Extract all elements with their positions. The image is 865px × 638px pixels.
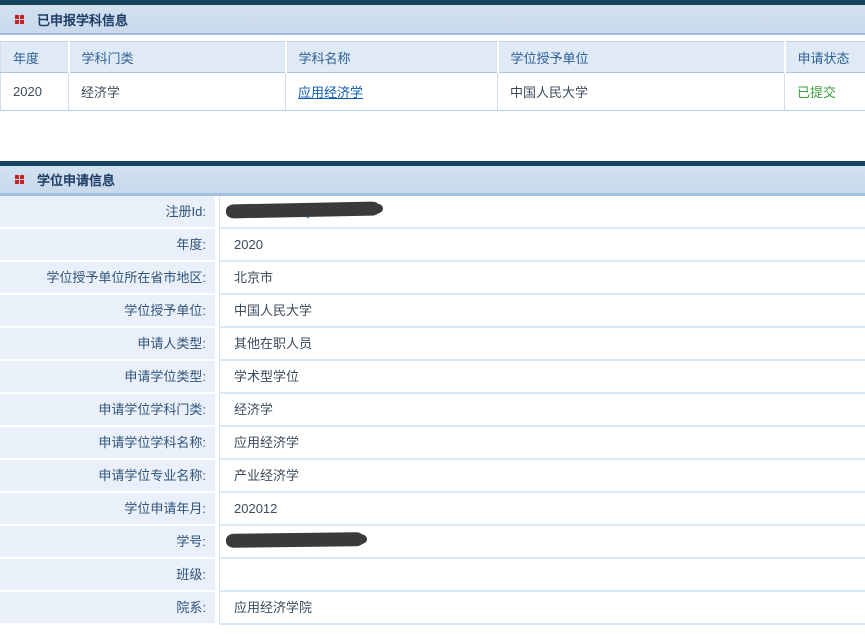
degree-application-title: 学位申请信息 (37, 170, 115, 189)
redaction-scribble (226, 202, 380, 219)
field-label: 院系: (0, 592, 215, 623)
field-value: 应用经济学 (219, 427, 865, 460)
field-label: 申请学位学科门类: (0, 394, 215, 425)
field-value: 202012 (219, 493, 865, 526)
form-row-discipline-category: 申请学位学科门类: 经济学 (0, 394, 865, 427)
form-row-department: 院系: 应用经济学院 (0, 592, 865, 625)
form-row-degree-type: 申请学位类型: 学术型学位 (0, 361, 865, 394)
declared-subjects-panel: 已申报学科信息 年度 学科门类 学科名称 学位授予单位 申请状态 2020 经济… (0, 0, 865, 111)
field-value: 应用经济学院 (219, 592, 865, 625)
field-label: 申请学位专业名称: (0, 460, 215, 491)
table-header-row: 年度 学科门类 学科名称 学位授予单位 申请状态 (1, 42, 865, 73)
discipline-name-link[interactable]: 应用经济学 (298, 85, 363, 100)
declared-subjects-header: 已申报学科信息 (0, 5, 865, 35)
field-value: 北京市 (219, 262, 865, 295)
form-row-discipline-name: 申请学位学科名称: 应用经济学 (0, 427, 865, 460)
declared-subjects-title: 已申报学科信息 (37, 10, 128, 29)
field-label: 学位申请年月: (0, 493, 215, 524)
field-value: 学术型学位 (219, 361, 865, 394)
form-row-application-month: 学位申请年月: 202012 (0, 493, 865, 526)
field-label: 学位授予单位: (0, 295, 215, 326)
field-value: 中国人民大学 (219, 295, 865, 328)
status-badge: 已提交 (797, 85, 836, 100)
degree-application-panel: 学位申请信息 注册Id: 202012H39QHY 年度: 2020 学位授予单… (0, 161, 865, 625)
form-row-year: 年度: 2020 (0, 229, 865, 262)
field-label: 申请学位学科名称: (0, 427, 215, 458)
cell-university: 中国人民大学 (498, 73, 785, 111)
col-header-discipline-name: 学科名称 (286, 42, 498, 73)
col-header-year: 年度 (1, 42, 69, 73)
form-row-university: 学位授予单位: 中国人民大学 (0, 295, 865, 328)
field-label: 申请人类型: (0, 328, 215, 359)
field-value: 2020 (219, 229, 865, 262)
col-header-discipline-category: 学科门类 (69, 42, 286, 73)
field-label: 学位授予单位所在省市地区: (0, 262, 215, 293)
form-row-major-name: 申请学位专业名称: 产业经济学 (0, 460, 865, 493)
field-value: 其他在职人员 (219, 328, 865, 361)
form-row-student-id: 学号: 2111412002726 (0, 526, 865, 559)
degree-application-header: 学位申请信息 (0, 166, 865, 196)
red-grid-icon (15, 175, 24, 184)
field-label: 年度: (0, 229, 215, 260)
cell-discipline-name: 应用经济学 (286, 73, 498, 111)
degree-application-form: 注册Id: 202012H39QHY 年度: 2020 学位授予单位所在省市地区… (0, 196, 865, 625)
panel-spacer (0, 111, 865, 161)
field-label: 学号: (0, 526, 215, 557)
red-grid-icon (15, 15, 24, 24)
field-label: 申请学位类型: (0, 361, 215, 392)
form-row-province: 学位授予单位所在省市地区: 北京市 (0, 262, 865, 295)
cell-year: 2020 (1, 73, 69, 111)
form-row-class: 班级: (0, 559, 865, 592)
field-value (219, 559, 865, 592)
field-value: 202012H39QHY (219, 196, 865, 229)
cell-status: 已提交 (785, 73, 865, 111)
col-header-university: 学位授予单位 (498, 42, 785, 73)
field-label: 注册Id: (0, 196, 215, 227)
form-row-registration-id: 注册Id: 202012H39QHY (0, 196, 865, 229)
declared-subjects-table: 年度 学科门类 学科名称 学位授予单位 申请状态 2020 经济学 应用经济学 … (0, 41, 865, 111)
col-header-status: 申请状态 (785, 42, 865, 73)
redaction-scribble (226, 532, 364, 548)
field-value: 经济学 (219, 394, 865, 427)
field-label: 班级: (0, 559, 215, 590)
field-value: 产业经济学 (219, 460, 865, 493)
form-row-applicant-type: 申请人类型: 其他在职人员 (0, 328, 865, 361)
field-value: 2111412002726 (219, 526, 865, 559)
cell-discipline-category: 经济学 (69, 73, 286, 111)
table-row: 2020 经济学 应用经济学 中国人民大学 已提交 (1, 73, 865, 111)
